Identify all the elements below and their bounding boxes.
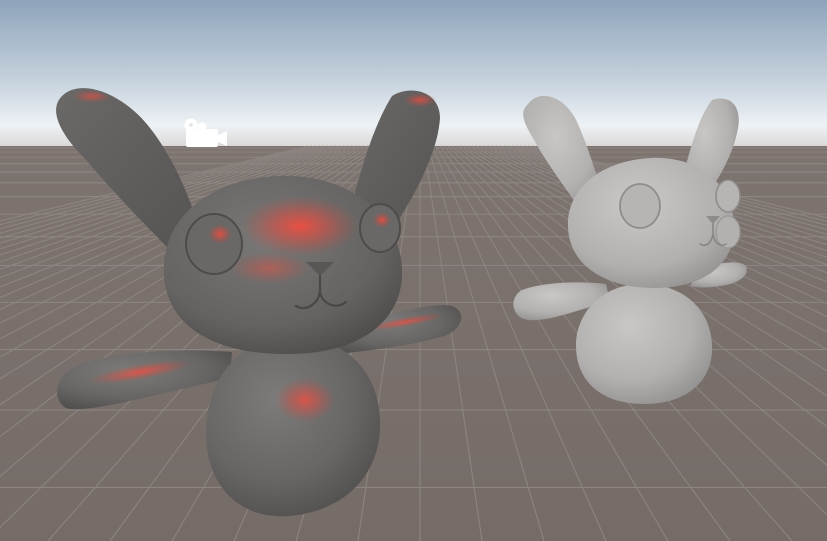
right-eye [359, 203, 401, 253]
ear-highlight [404, 93, 436, 107]
left-eye [185, 213, 243, 275]
eye-shine [373, 212, 391, 228]
body [576, 283, 713, 404]
left-eye [619, 183, 661, 229]
head-highlight [242, 196, 358, 256]
right-eye [715, 179, 741, 213]
scene-canvas[interactable] [0, 0, 827, 541]
eye-shine [208, 224, 232, 244]
snout [715, 215, 741, 249]
scene-viewport[interactable] [0, 0, 827, 541]
body-highlight [275, 378, 335, 422]
cheek-highlight [230, 252, 310, 284]
